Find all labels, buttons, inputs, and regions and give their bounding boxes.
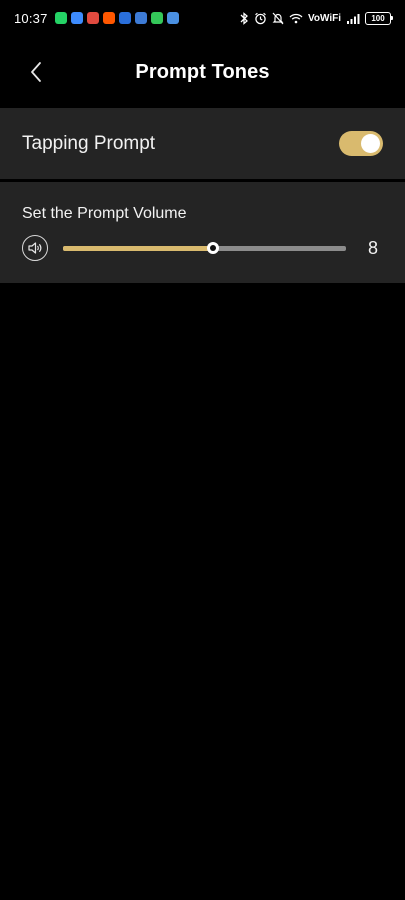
youtube-icon [70,12,83,24]
page-title: Prompt Tones [135,60,270,83]
mail-icon [134,12,147,24]
messenger-icon [150,12,163,24]
prompt-volume-row: Set the Prompt Volume 8 [0,182,405,283]
reddit-icon [102,12,115,24]
slider-fill [63,246,213,251]
wifi-icon [289,13,303,24]
tapping-prompt-row: Tapping Prompt [0,108,405,179]
status-right: VoWiFi 100 [239,11,393,25]
speaker-button[interactable] [22,235,48,261]
battery-indicator: 100 [365,11,393,25]
status-bar: 10:37 VoWiFi 100 [0,0,405,36]
status-time: 10:37 [14,10,48,26]
back-button[interactable] [22,58,50,86]
slider-thumb[interactable] [206,242,219,254]
bluetooth-icon [239,11,249,25]
tapping-prompt-toggle[interactable] [339,131,383,156]
tv-icon [118,12,131,24]
signal-icon [346,13,360,24]
vowifi-label: VoWiFi [307,12,341,24]
alarm-icon [254,12,267,25]
speaker-icon [28,242,42,254]
header: Prompt Tones [0,36,405,108]
prompt-volume-title: Set the Prompt Volume [22,205,187,222]
status-left: 10:37 [14,11,179,26]
tapping-prompt-label: Tapping Prompt [22,132,156,154]
toggle-knob [361,134,380,153]
mute-bell-icon [272,12,284,25]
files-icon [166,12,179,24]
gmail-icon [86,12,99,24]
chevron-left-icon [31,62,41,82]
volume-slider[interactable] [63,240,346,256]
volume-value: 8 [367,238,378,258]
whatsapp-icon [54,12,67,24]
